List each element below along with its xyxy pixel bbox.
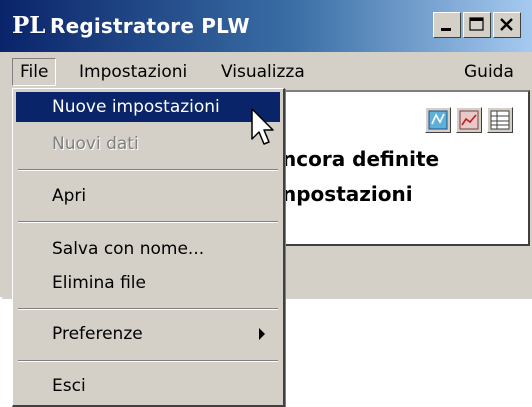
- table-view-button[interactable]: [487, 107, 513, 133]
- menu-item-nuovi-dati: Nuovi dati: [52, 134, 139, 154]
- scope-view-icon: [428, 110, 448, 130]
- title-bar[interactable]: PL Registratore PLW: [0, 0, 532, 52]
- minimize-icon: [441, 28, 451, 31]
- mouse-cursor-icon: [250, 107, 276, 151]
- menu-file[interactable]: File: [12, 58, 57, 86]
- maximize-button[interactable]: [463, 12, 491, 38]
- file-menu-dropdown: Nuove impostazioni Nuovi dati Apri Salva…: [12, 88, 285, 407]
- menu-item-esci[interactable]: Esci: [16, 371, 280, 401]
- menu-item-nuove-impostazioni[interactable]: Nuove impostazioni: [16, 92, 280, 122]
- chart-view-icon: [459, 110, 479, 130]
- maximize-icon: [469, 17, 484, 31]
- menu-item-elimina-file[interactable]: Elimina file: [16, 268, 280, 298]
- app-logo-icon: PL: [12, 12, 46, 39]
- menu-item-salva-con-nome[interactable]: Salva con nome...: [16, 234, 280, 264]
- status-message: ncora definite npostazioni: [282, 142, 439, 212]
- menu-item-preferenze[interactable]: Preferenze: [16, 319, 280, 349]
- menu-separator: [18, 221, 278, 223]
- table-view-icon: [490, 110, 510, 130]
- menu-guida[interactable]: Guida: [457, 58, 521, 86]
- status-message-line1: ncora definite: [282, 147, 440, 171]
- status-message-line2: npostazioni: [282, 182, 413, 206]
- menu-impostazioni[interactable]: Impostazioni: [72, 58, 194, 86]
- chart-view-button[interactable]: [456, 107, 482, 133]
- menu-item-apri[interactable]: Apri: [16, 181, 280, 211]
- scope-view-button[interactable]: [425, 107, 451, 133]
- submenu-arrow-icon: [258, 319, 268, 349]
- menu-item-preferenze-label: Preferenze: [52, 324, 143, 344]
- menu-separator: [18, 308, 278, 310]
- close-icon: [500, 18, 513, 31]
- close-button[interactable]: [493, 12, 521, 38]
- window-title: Registratore PLW: [50, 14, 250, 38]
- menu-visualizza[interactable]: Visualizza: [214, 58, 312, 86]
- menu-separator: [18, 360, 278, 362]
- menu-separator: [18, 169, 278, 171]
- minimize-button[interactable]: [433, 12, 461, 38]
- menu-bar: File Impostazioni Visualizza Guida: [0, 57, 532, 87]
